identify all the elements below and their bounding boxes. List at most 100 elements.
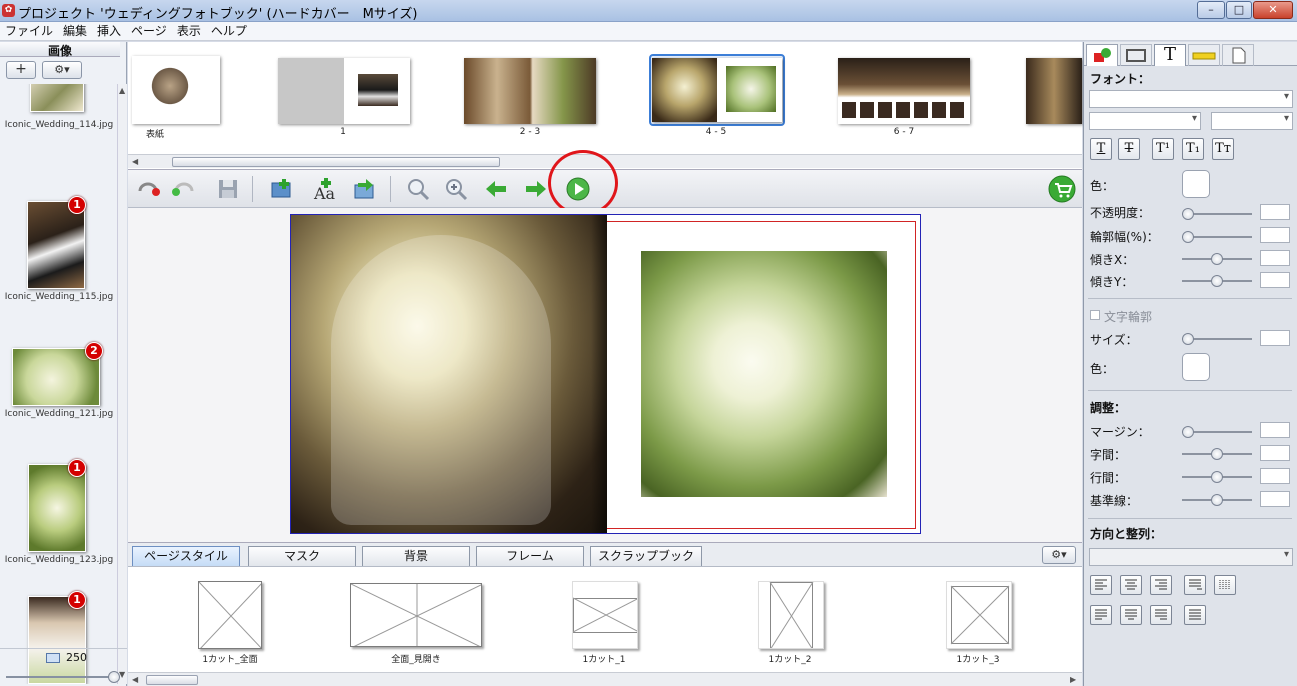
slider-knob[interactable] (1182, 426, 1194, 438)
tab-shape[interactable] (1086, 44, 1118, 66)
template-thumb[interactable] (198, 581, 262, 649)
menu-file[interactable]: ファイル (0, 22, 58, 41)
char-spacing-slider[interactable] (1182, 448, 1252, 460)
strikethrough-button[interactable]: T (1118, 138, 1140, 160)
page-spread-cover[interactable] (132, 56, 220, 124)
undo-icon[interactable] (136, 177, 160, 201)
left-page-photo[interactable] (291, 215, 607, 533)
outline-width-input[interactable] (1260, 227, 1290, 243)
margin-input[interactable] (1260, 422, 1290, 438)
outline-size-slider[interactable] (1182, 333, 1252, 345)
line-spacing-input[interactable] (1260, 468, 1290, 484)
page-spread-2-3[interactable] (464, 58, 596, 124)
skew-x-slider[interactable] (1182, 253, 1252, 265)
slider-knob[interactable] (1211, 471, 1223, 483)
menu-view[interactable]: 表示 (172, 22, 206, 41)
page-spread-6-7[interactable] (838, 58, 970, 124)
previous-page-icon[interactable] (484, 177, 508, 201)
skew-y-input[interactable] (1260, 272, 1290, 288)
line-spacing-slider[interactable] (1182, 471, 1252, 483)
scroll-thumb[interactable] (172, 157, 500, 167)
template-scrollbar[interactable]: ◀ ▶ (128, 672, 1082, 686)
text-icon[interactable]: T (1154, 44, 1186, 66)
underline-button[interactable]: T (1090, 138, 1112, 160)
tab-scrapbook[interactable]: スクラップブック (590, 546, 702, 566)
zoom-in-icon[interactable] (444, 177, 468, 201)
next-page-icon[interactable] (524, 177, 548, 201)
image-thumbnail[interactable] (28, 596, 86, 684)
slider-knob[interactable] (1182, 208, 1194, 220)
font-size-select[interactable] (1211, 112, 1293, 130)
opacity-input[interactable] (1260, 204, 1290, 220)
menu-edit[interactable]: 編集 (58, 22, 92, 41)
image-list-scrollbar[interactable]: ▲ ▼ (117, 84, 127, 684)
slider-knob[interactable] (1211, 253, 1223, 265)
image-options-button[interactable]: ⚙▾ (42, 61, 82, 79)
outline-color-swatch[interactable] (1182, 353, 1210, 381)
slider-knob[interactable] (1211, 494, 1223, 506)
char-spacing-input[interactable] (1260, 445, 1290, 461)
slider-knob[interactable] (1211, 448, 1223, 460)
maximize-button[interactable]: □ (1226, 1, 1252, 19)
skew-x-input[interactable] (1260, 250, 1290, 266)
page-spread-1[interactable] (278, 58, 410, 124)
page-spread-editor[interactable] (290, 214, 921, 534)
image-thumbnail[interactable] (28, 464, 86, 552)
menu-page[interactable]: ページ (126, 22, 172, 41)
add-text-icon[interactable]: Aa (312, 177, 336, 201)
tab-background[interactable]: 背景 (362, 546, 470, 566)
tab-page-style[interactable]: ページスタイル (132, 546, 240, 566)
tab-frame-props[interactable] (1120, 44, 1152, 66)
cart-icon[interactable] (1048, 175, 1076, 203)
baseline-slider[interactable] (1182, 494, 1252, 506)
add-image-icon[interactable] (270, 177, 294, 201)
baseline-input[interactable] (1260, 491, 1290, 507)
page-spread-next[interactable] (1026, 58, 1082, 124)
menu-help[interactable]: ヘルプ (206, 22, 252, 41)
justify-right-button[interactable] (1150, 605, 1172, 625)
minimize-button[interactable]: – (1197, 1, 1225, 19)
subscript-button[interactable]: T₁ (1182, 138, 1204, 160)
image-thumbnail[interactable] (27, 201, 85, 289)
direction-select[interactable] (1089, 548, 1293, 566)
text-outline-checkbox[interactable] (1090, 310, 1100, 320)
zoom-out-icon[interactable] (406, 177, 430, 201)
tab-mask[interactable]: マスク (248, 546, 356, 566)
outline-width-slider[interactable] (1182, 231, 1252, 243)
import-icon[interactable] (352, 177, 376, 201)
image-thumbnail[interactable] (30, 84, 84, 112)
justify-center-button[interactable] (1120, 605, 1142, 625)
align-left-button[interactable] (1090, 575, 1112, 595)
superscript-button[interactable]: T¹ (1152, 138, 1174, 160)
skew-y-slider[interactable] (1182, 275, 1252, 287)
right-page-photo[interactable] (641, 251, 887, 497)
tab-frame[interactable]: フレーム (476, 546, 584, 566)
outline-size-input[interactable] (1260, 330, 1290, 346)
slider-knob[interactable] (1182, 231, 1194, 243)
slider-knob[interactable] (1211, 275, 1223, 287)
template-thumb[interactable] (572, 581, 638, 649)
tab-ruler[interactable] (1188, 44, 1220, 66)
margin-slider[interactable] (1182, 426, 1252, 438)
save-icon[interactable] (216, 177, 240, 201)
template-thumb[interactable] (758, 581, 824, 649)
slider-knob[interactable] (1182, 333, 1194, 345)
align-justify-menu-button[interactable] (1184, 575, 1206, 595)
tab-page[interactable] (1222, 44, 1254, 66)
slider-knob[interactable] (108, 671, 120, 683)
align-right-button[interactable] (1150, 575, 1172, 595)
justify-left-button[interactable] (1090, 605, 1112, 625)
add-image-button[interactable]: + (6, 61, 36, 79)
font-family-select[interactable] (1089, 90, 1293, 108)
opacity-slider[interactable] (1182, 208, 1252, 220)
close-button[interactable]: ✕ (1253, 1, 1293, 19)
template-thumb[interactable] (350, 583, 482, 647)
gear-icon[interactable]: ⚙▾ (1042, 546, 1076, 564)
text-color-swatch[interactable] (1182, 170, 1210, 198)
menu-insert[interactable]: 挿入 (92, 22, 126, 41)
small-caps-button[interactable]: Tт (1212, 138, 1234, 160)
template-thumb[interactable] (946, 581, 1012, 649)
align-center-button[interactable] (1120, 575, 1142, 595)
redo-icon[interactable] (172, 177, 196, 201)
scroll-thumb[interactable] (146, 675, 198, 685)
